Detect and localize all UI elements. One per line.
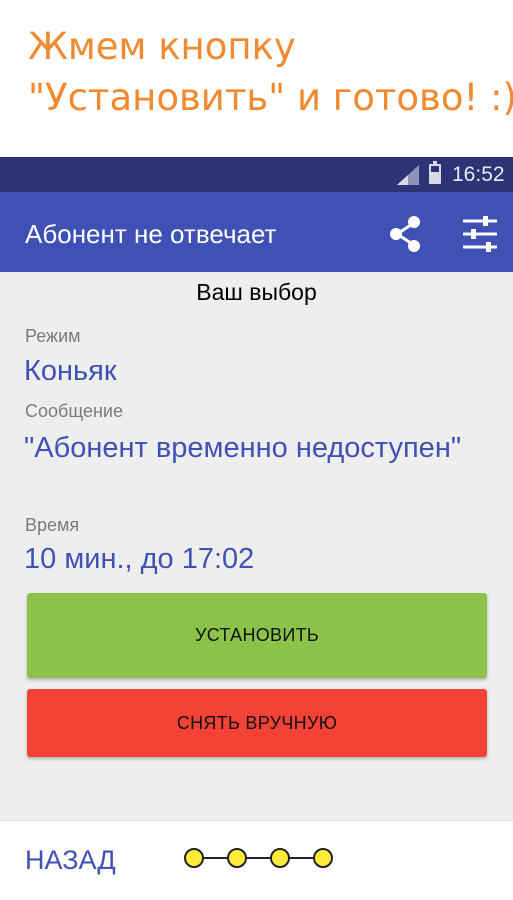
progress-step-1 <box>184 848 204 868</box>
battery-icon <box>429 161 441 184</box>
progress-step-3 <box>270 848 290 868</box>
mode-label: Режим <box>25 326 81 346</box>
back-button[interactable]: НАЗАД <box>25 843 116 877</box>
app-title: Абонент не отвечает <box>25 219 277 249</box>
promo-caption: Жмем кнопку "Установить" и готово! :)) <box>0 0 513 157</box>
signal-icon <box>397 165 419 190</box>
status-time: 16:52 <box>452 163 505 186</box>
choice-heading: Ваш выбор <box>196 279 317 305</box>
share-icon[interactable] <box>385 213 427 255</box>
progress-step-4 <box>313 848 333 868</box>
promo-line-2: "Установить" и готово! :)) <box>28 76 513 119</box>
progress-step-2 <box>227 848 247 868</box>
mode-value: Коньяк <box>24 355 117 387</box>
time-label: Время <box>25 515 80 535</box>
message-label: Сообщение <box>25 401 123 421</box>
step-progress-indicator <box>182 846 338 875</box>
message-value: "Абонент временно недоступен" <box>24 432 462 464</box>
remove-manually-button[interactable]: СНЯТЬ ВРУЧНУЮ <box>27 689 487 757</box>
promo-line-1: Жмем кнопку <box>28 25 296 68</box>
time-value: 10 мин., до 17:02 <box>24 543 255 575</box>
install-button[interactable]: УСТАНОВИТЬ <box>27 593 487 678</box>
settings-sliders-icon[interactable] <box>459 213 501 255</box>
